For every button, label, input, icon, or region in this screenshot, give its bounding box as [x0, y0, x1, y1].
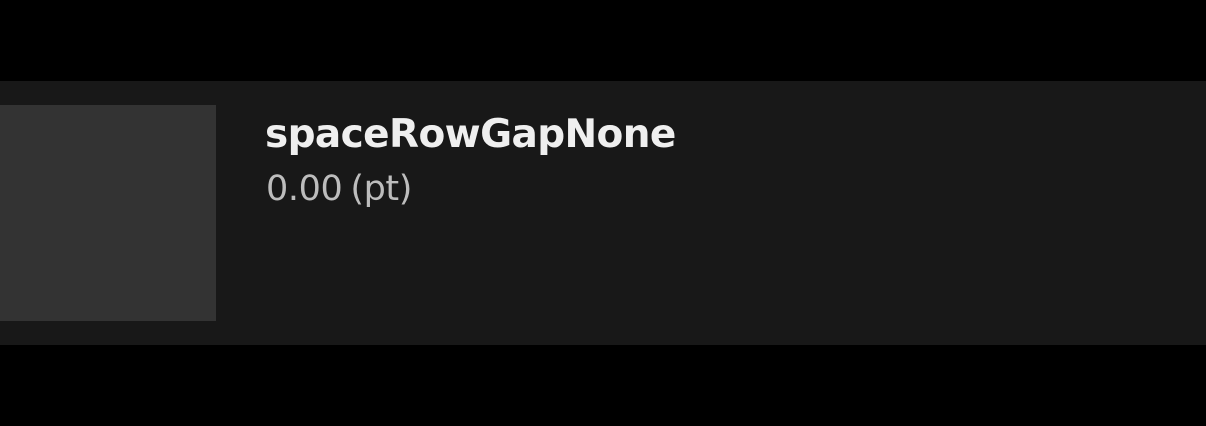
token-card: spaceRowGapNone 0.00 (pt)	[0, 81, 1206, 345]
token-preview-swatch	[0, 105, 216, 321]
token-name: spaceRowGapNone	[265, 112, 676, 157]
token-value-line: 0.00 (pt)	[266, 167, 412, 211]
token-unit: (pt)	[350, 169, 412, 209]
token-value: 0.00	[266, 169, 343, 209]
